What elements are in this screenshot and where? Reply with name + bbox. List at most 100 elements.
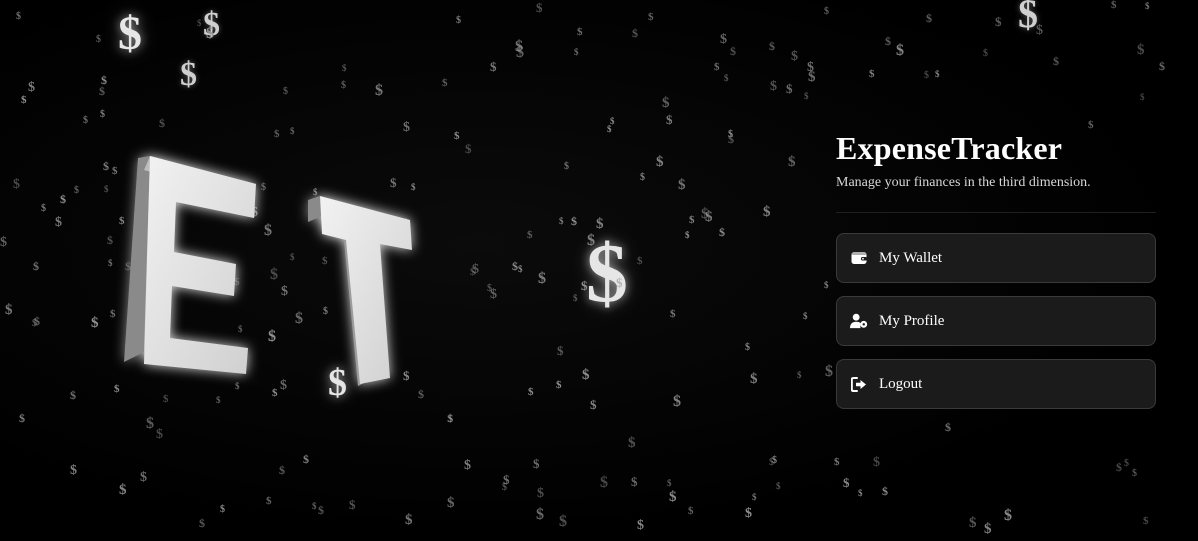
dollar-symbol: $ bbox=[669, 489, 677, 505]
dollar-symbol: $ bbox=[577, 26, 583, 38]
letter-t-face bbox=[320, 196, 412, 384]
letter-e-face bbox=[144, 156, 256, 374]
dollar-symbol: $ bbox=[1159, 59, 1165, 73]
dollar-symbol: $ bbox=[786, 81, 793, 96]
dollar-symbol: $ bbox=[96, 34, 101, 45]
my-wallet-label: My Wallet bbox=[879, 249, 943, 266]
dollar-symbol: $ bbox=[536, 506, 544, 523]
dollar-symbol: $ bbox=[873, 455, 880, 470]
dollar-symbol: $ bbox=[882, 484, 888, 498]
user-gear-icon bbox=[850, 312, 868, 330]
dollar-symbol: $ bbox=[571, 214, 577, 228]
dollar-symbol: $ bbox=[1124, 458, 1129, 469]
dollar-symbol: $ bbox=[13, 177, 20, 192]
dollar-symbol: $ bbox=[745, 506, 752, 521]
dollar-symbol: $ bbox=[573, 293, 578, 303]
dollar-symbol: $ bbox=[5, 302, 13, 318]
dollar-symbol: $ bbox=[984, 521, 992, 537]
dollar-symbol: $ bbox=[266, 495, 272, 507]
dollar-symbol: $ bbox=[662, 95, 670, 111]
dollar-symbol: $ bbox=[464, 458, 471, 473]
dollar-symbol: $ bbox=[146, 415, 154, 432]
dollar-symbol: $ bbox=[274, 128, 280, 140]
dollar-symbol: $ bbox=[199, 516, 205, 530]
dollar-symbol: $ bbox=[279, 463, 285, 477]
wallet-icon bbox=[850, 249, 868, 267]
dollar-symbol: $ bbox=[197, 18, 202, 28]
dollar-symbol: $ bbox=[375, 82, 383, 99]
dollar-symbol: $ bbox=[564, 161, 569, 172]
dollar-symbol: $ bbox=[156, 427, 163, 442]
dollar-symbol: $ bbox=[536, 0, 543, 15]
side-panel: ExpenseTracker Manage your finances in t… bbox=[836, 128, 1156, 422]
my-profile-label: My Profile bbox=[879, 312, 945, 329]
my-profile-button[interactable]: My Profile bbox=[836, 296, 1156, 346]
dollar-symbol: $ bbox=[896, 42, 904, 59]
dollar-symbol: $ bbox=[631, 474, 638, 489]
dollar-symbol: $ bbox=[750, 371, 758, 387]
dollar-symbol: $ bbox=[1116, 460, 1122, 474]
dollar-symbol: $ bbox=[16, 11, 21, 22]
dollar-symbol: $ bbox=[935, 69, 940, 79]
dollar-symbol: $ bbox=[770, 79, 777, 94]
app-title: ExpenseTracker bbox=[836, 130, 1063, 166]
dollar-symbol: $ bbox=[574, 47, 579, 57]
dollar-symbol: $ bbox=[518, 264, 523, 274]
dollar-symbol: $ bbox=[70, 463, 77, 478]
dollar-symbol: $ bbox=[926, 11, 932, 25]
dollar-symbol: $ bbox=[140, 470, 147, 485]
dollar-symbol: $ bbox=[640, 172, 645, 183]
dollar-symbol: $ bbox=[516, 44, 524, 61]
divider bbox=[836, 212, 1156, 213]
dollar-symbol: $ bbox=[220, 504, 225, 515]
dollar-symbol: $ bbox=[995, 14, 1002, 29]
logout-label: Logout bbox=[879, 375, 923, 392]
dollar-symbol: $ bbox=[983, 48, 988, 59]
dollar-symbol: $ bbox=[628, 435, 636, 451]
dollar-symbol: $ bbox=[648, 11, 654, 23]
dollar-symbol: $ bbox=[118, 7, 142, 60]
logout-button[interactable]: Logout bbox=[836, 359, 1156, 409]
dollar-symbol: $ bbox=[465, 141, 472, 156]
dollar-symbol: $ bbox=[91, 315, 99, 331]
dollar-symbol: $ bbox=[21, 94, 27, 106]
dollar-symbol: $ bbox=[581, 278, 588, 293]
dollar-symbol: $ bbox=[456, 15, 461, 26]
dollar-symbol: $ bbox=[858, 488, 863, 498]
dollar-symbol: $ bbox=[512, 259, 518, 273]
dollar-symbol: $ bbox=[788, 154, 796, 170]
dollar-symbol: $ bbox=[752, 492, 757, 502]
dollar-symbol: $ bbox=[824, 6, 829, 17]
dollar-symbol: $ bbox=[41, 203, 46, 214]
dollar-symbol: $ bbox=[600, 474, 608, 491]
dollar-symbol: $ bbox=[685, 230, 690, 240]
my-wallet-button[interactable]: My Wallet bbox=[836, 233, 1156, 283]
dollar-symbol: $ bbox=[28, 80, 35, 95]
dollar-symbol: $ bbox=[637, 518, 644, 533]
dollar-symbol: $ bbox=[843, 475, 850, 490]
dollar-symbol: $ bbox=[557, 343, 564, 358]
dollar-symbol: $ bbox=[159, 116, 165, 130]
dollar-symbol: $ bbox=[1145, 1, 1150, 11]
dollar-symbol: $ bbox=[1132, 468, 1137, 479]
dollar-symbol: $ bbox=[32, 318, 37, 329]
dollar-symbol: $ bbox=[804, 91, 809, 101]
dollar-symbol: $ bbox=[533, 456, 540, 471]
dollar-symbol: $ bbox=[667, 478, 672, 488]
dollar-symbol: $ bbox=[83, 115, 88, 126]
dollar-symbol: $ bbox=[610, 116, 615, 126]
dollar-symbol: $ bbox=[502, 482, 507, 493]
dollar-symbol: $ bbox=[670, 308, 676, 320]
dollar-symbol: $ bbox=[1036, 23, 1043, 38]
dollar-symbol: $ bbox=[559, 216, 564, 226]
dollar-symbol: $ bbox=[701, 206, 709, 222]
et-3d-logo bbox=[124, 156, 412, 386]
dollar-symbol: $ bbox=[632, 26, 638, 40]
dollar-symbol: $ bbox=[74, 185, 79, 196]
dollar-symbol: $ bbox=[688, 505, 694, 517]
dollar-symbol: $ bbox=[656, 154, 664, 170]
dollar-symbol: $ bbox=[587, 232, 595, 249]
dollar-symbol: $ bbox=[528, 386, 534, 398]
dollar-symbol: $ bbox=[834, 456, 840, 468]
dollar-symbol: $ bbox=[824, 280, 829, 290]
